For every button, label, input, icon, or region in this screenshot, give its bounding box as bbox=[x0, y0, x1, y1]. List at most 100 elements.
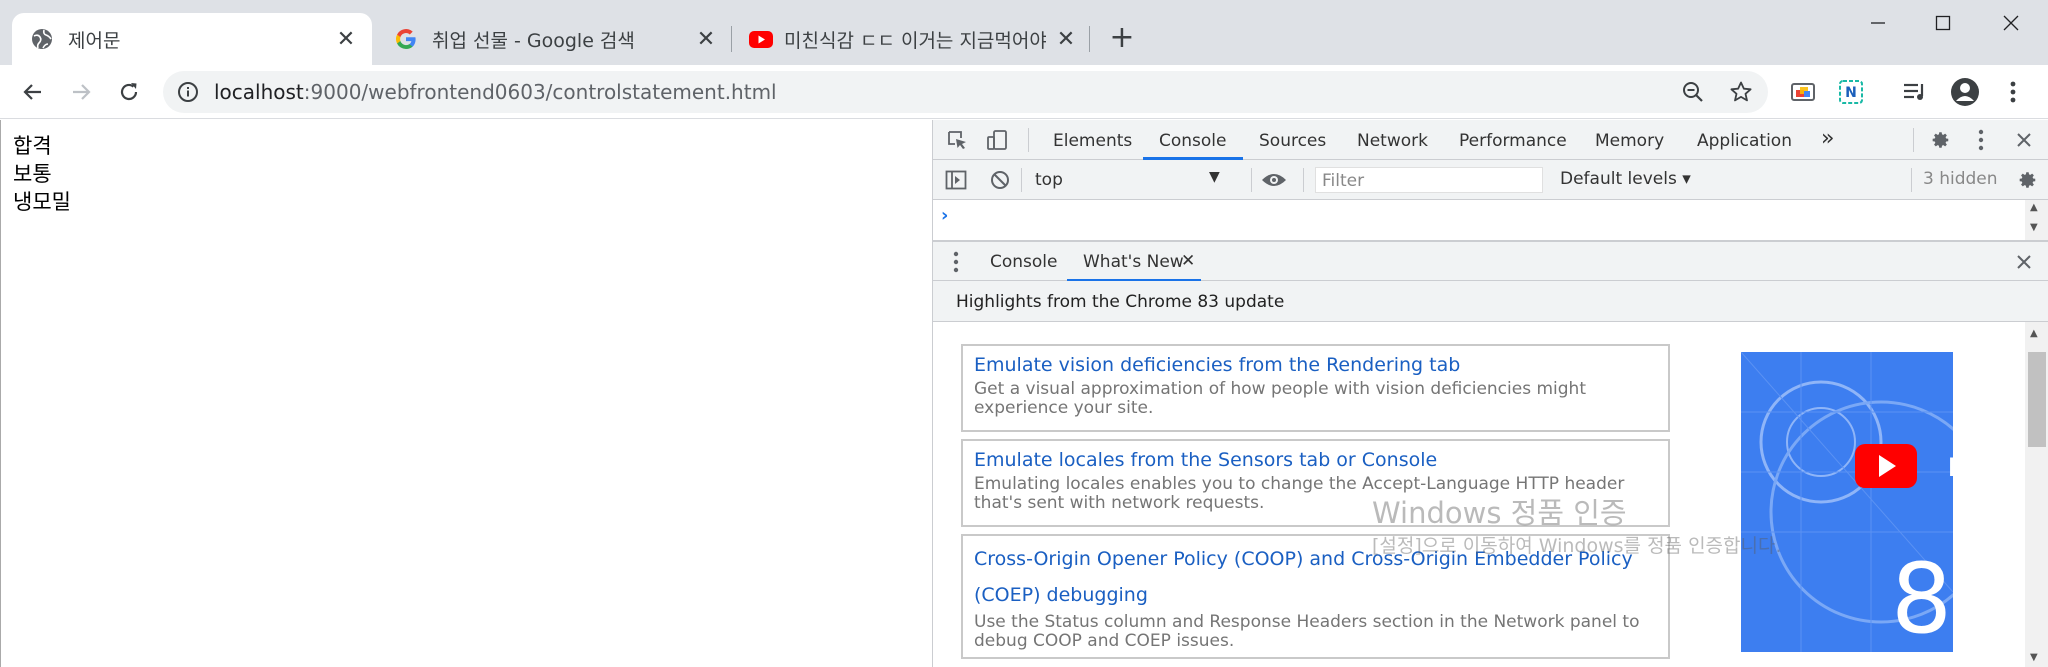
tab-network[interactable]: Network bbox=[1357, 131, 1428, 151]
promo-artwork: n 8 bbox=[1741, 352, 1953, 652]
tab-performance[interactable]: Performance bbox=[1459, 131, 1567, 151]
reload-icon bbox=[120, 83, 138, 101]
chevron-down-icon: ▼ bbox=[1209, 169, 1220, 185]
eye-icon[interactable] bbox=[1261, 169, 1287, 191]
whats-new-header: Highlights from the Chrome 83 update bbox=[933, 281, 2048, 322]
console-input-area[interactable]: › ▲ ▼ bbox=[933, 200, 2048, 241]
windows-activation-watermark-title: Windows 정품 인증 bbox=[1372, 496, 1627, 530]
new-tab-button[interactable]: + bbox=[1108, 23, 1136, 53]
url-text[interactable]: localhost:9000/webfrontend0603/controlst… bbox=[214, 80, 777, 104]
toolbar-divider bbox=[1913, 128, 1914, 152]
console-settings-icon[interactable] bbox=[2015, 169, 2039, 191]
tab-title: 미친식감 ㄷㄷ 이거는 지금먹어야 bbox=[784, 30, 1046, 52]
feature-card-description: Get a visual approximation of how people… bbox=[974, 379, 1586, 418]
scroll-down-icon[interactable]: ▼ bbox=[2030, 222, 2038, 233]
google-icon bbox=[394, 27, 418, 51]
browser-menu-icon[interactable] bbox=[1998, 77, 2028, 107]
maximize-button[interactable] bbox=[1913, 8, 1973, 38]
tab-title: 제어문 bbox=[68, 30, 121, 52]
address-bar[interactable]: localhost:9000/webfrontend0603/controlst… bbox=[163, 71, 1768, 113]
toolbar-divider bbox=[1303, 168, 1304, 192]
promo-letter: n bbox=[1947, 445, 1953, 485]
tab-youtube[interactable]: 미친식감 ㄷㄷ 이거는 지금먹어야 ✕ bbox=[736, 13, 1096, 65]
browser-toolbar: localhost:9000/webfrontend0603/controlst… bbox=[0, 65, 2048, 119]
inspect-element-icon[interactable] bbox=[945, 128, 969, 152]
devtools-panel: Elements Console Sources Network Perform… bbox=[932, 120, 2048, 667]
back-button[interactable] bbox=[18, 77, 48, 107]
output-line: 냉모밀 bbox=[13, 190, 71, 214]
arrow-right-icon bbox=[73, 84, 91, 100]
window-close-button[interactable] bbox=[1981, 8, 2041, 38]
media-controls-icon[interactable] bbox=[1900, 77, 1930, 107]
drawer-menu-icon[interactable] bbox=[951, 251, 961, 273]
more-tabs-button[interactable]: » bbox=[1821, 126, 1834, 151]
arrow-left-icon bbox=[23, 84, 41, 100]
tab-sources[interactable]: Sources bbox=[1259, 131, 1326, 151]
settings-gear-icon[interactable] bbox=[1928, 128, 1952, 152]
context-selector[interactable]: top ▼ bbox=[1029, 168, 1229, 192]
minimize-button[interactable] bbox=[1848, 8, 1908, 38]
tab-memory[interactable]: Memory bbox=[1595, 131, 1664, 151]
promo-number: 8 bbox=[1891, 543, 1952, 652]
close-drawer-icon[interactable] bbox=[2013, 251, 2035, 273]
scroll-up-icon[interactable]: ▲ bbox=[2030, 328, 2038, 339]
url-path: :9000/webfrontend0603/controlstatement.h… bbox=[303, 80, 777, 104]
hidden-messages-count: 3 hidden bbox=[1923, 169, 1998, 189]
tab-close-icon[interactable]: ✕ bbox=[694, 27, 718, 52]
tab-console[interactable]: Console bbox=[1159, 131, 1227, 151]
page-viewport: 합격 보통 냉모밀 bbox=[0, 120, 932, 667]
drawer-tab-bar: Console What's New ✕ bbox=[933, 241, 2048, 282]
whats-new-scrollbar[interactable]: ▲ ▼ bbox=[2025, 322, 2048, 667]
close-icon bbox=[2003, 15, 2019, 31]
reload-button[interactable] bbox=[114, 77, 144, 107]
toolbar-divider bbox=[1911, 168, 1912, 192]
toolbar-divider bbox=[1251, 168, 1252, 192]
chrome-update-promo-image[interactable]: n 8 bbox=[1741, 352, 1953, 652]
devtools-tab-bar: Elements Console Sources Network Perform… bbox=[933, 120, 2048, 160]
naver-extension-icon[interactable]: N bbox=[1836, 77, 1866, 107]
log-levels-dropdown[interactable]: Default levels ▾ bbox=[1560, 169, 1691, 189]
feature-card-title[interactable]: Emulate vision deficiencies from the Ren… bbox=[974, 351, 1657, 380]
tab-application[interactable]: Application bbox=[1697, 131, 1792, 151]
youtube-icon bbox=[748, 27, 773, 51]
drawer-tab-close-icon[interactable]: ✕ bbox=[1181, 251, 1195, 271]
feature-card-description: Use the Status column and Response Heade… bbox=[974, 612, 1640, 651]
svg-text:N: N bbox=[1845, 85, 1857, 101]
info-icon[interactable] bbox=[177, 81, 199, 103]
scrollbar-thumb[interactable] bbox=[2028, 352, 2046, 447]
feature-card-title[interactable]: Emulate locales from the Sensors tab or … bbox=[974, 446, 1657, 475]
scroll-down-icon[interactable]: ▼ bbox=[2030, 652, 2038, 663]
device-toolbar-icon[interactable] bbox=[985, 128, 1009, 152]
drawer-tab-console[interactable]: Console bbox=[990, 252, 1058, 272]
more-options-icon[interactable] bbox=[1973, 128, 1989, 152]
tab-strip: 제어문 ✕ 취업 선물 - Google 검색 ✕ 미친식감 ㄷㄷ 이거는 지금… bbox=[0, 0, 2048, 65]
clear-console-icon[interactable] bbox=[989, 169, 1011, 191]
tab-elements[interactable]: Elements bbox=[1053, 131, 1132, 151]
whats-new-title: Highlights from the Chrome 83 update bbox=[956, 292, 1285, 312]
tab-separator bbox=[1089, 26, 1090, 52]
toolbar-divider bbox=[1021, 168, 1022, 192]
globe-icon bbox=[30, 27, 54, 51]
maximize-icon bbox=[1935, 15, 1951, 31]
tab-separator bbox=[731, 26, 732, 52]
console-scrollbar[interactable]: ▲ ▼ bbox=[2025, 200, 2048, 240]
windows-activation-watermark-subtitle: [설정]으로 이동하여 Windows를 정품 인증합니다. bbox=[1372, 535, 1782, 557]
context-value: top bbox=[1035, 170, 1063, 190]
filter-input[interactable]: Filter bbox=[1315, 167, 1543, 193]
bookmark-star-icon[interactable] bbox=[1726, 77, 1756, 107]
forward-button[interactable] bbox=[66, 77, 96, 107]
show-sidebar-icon[interactable] bbox=[945, 169, 967, 191]
tab-google-search[interactable]: 취업 선물 - Google 검색 ✕ bbox=[376, 13, 736, 65]
zoom-out-icon[interactable] bbox=[1678, 77, 1708, 107]
cast-extension-icon[interactable] bbox=[1788, 77, 1818, 107]
output-line: 합격 bbox=[13, 134, 52, 158]
tab-close-icon[interactable]: ✕ bbox=[1054, 27, 1078, 52]
scroll-up-icon[interactable]: ▲ bbox=[2030, 202, 2038, 213]
drawer-tab-whats-new[interactable]: What's New bbox=[1083, 252, 1184, 272]
tab-controlstatement[interactable]: 제어문 ✕ bbox=[12, 13, 372, 65]
toolbar-divider bbox=[1028, 128, 1029, 152]
close-devtools-icon[interactable] bbox=[2013, 129, 2035, 151]
feature-card[interactable]: Emulate vision deficiencies from the Ren… bbox=[961, 344, 1670, 432]
account-avatar-icon[interactable] bbox=[1950, 77, 1980, 107]
tab-close-icon[interactable]: ✕ bbox=[334, 27, 358, 52]
